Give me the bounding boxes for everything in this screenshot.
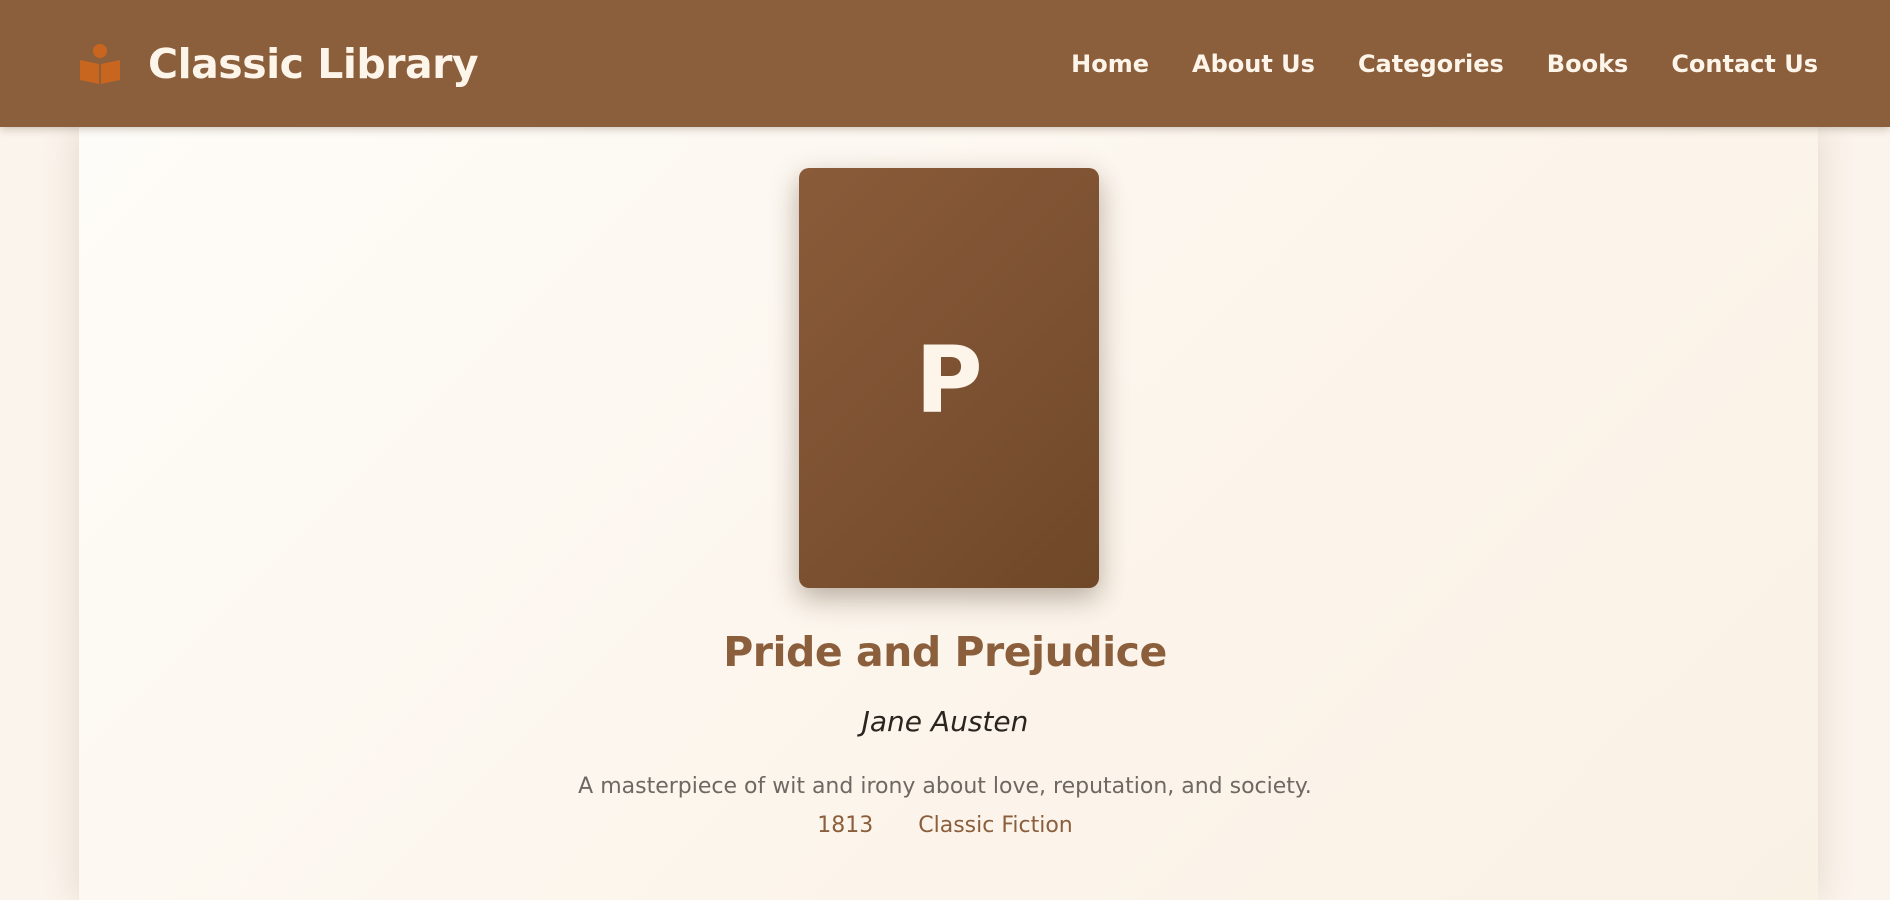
book-meta: 1813 Classic Fiction	[0, 813, 1890, 838]
cover-letter: P	[915, 327, 983, 434]
nav-books-link[interactable]: Books	[1547, 44, 1629, 84]
book-category: Classic Fiction	[918, 813, 1073, 838]
site-header: Classic Library Home About Us Categories…	[0, 0, 1890, 127]
nav-contact-link[interactable]: Contact Us	[1671, 44, 1818, 84]
brand-name: Classic Library	[148, 40, 479, 88]
brand[interactable]: Classic Library	[78, 38, 479, 90]
nav-about-link[interactable]: About Us	[1192, 44, 1315, 84]
book-cover: P	[799, 168, 1099, 588]
nav-home-link[interactable]: Home	[1071, 44, 1149, 84]
book-title: Pride and Prejudice	[723, 628, 1167, 676]
book-author: Jane Austen	[861, 705, 1029, 738]
book-description: A masterpiece of wit and irony about lov…	[578, 774, 1312, 799]
book-reader-icon	[80, 44, 120, 84]
book-year: 1813	[817, 813, 874, 838]
nav-categories-link[interactable]: Categories	[1358, 44, 1504, 84]
main-nav: Home About Us Categories Books Contact U…	[1071, 44, 1818, 84]
